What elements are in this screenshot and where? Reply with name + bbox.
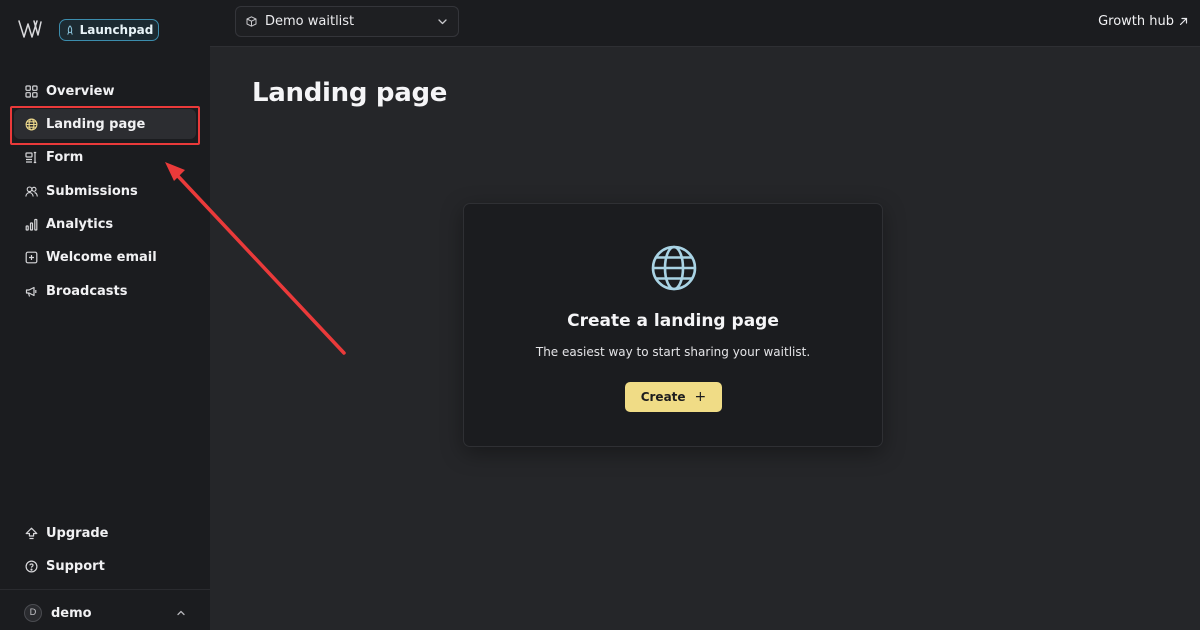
sidebar-item-overview[interactable]: Overview xyxy=(14,76,196,106)
waitlist-select[interactable]: Demo waitlist xyxy=(235,6,459,37)
sidebar-item-label: Submissions xyxy=(46,183,138,199)
sidebar-item-welcome-email[interactable]: Welcome email xyxy=(14,243,196,273)
sidebar-item-analytics[interactable]: Analytics xyxy=(14,210,196,240)
cube-icon xyxy=(246,16,257,27)
avatar: D xyxy=(24,604,42,622)
plus-square-icon xyxy=(25,252,38,264)
launchpad-badge-label: Launchpad xyxy=(79,23,154,37)
sidebar-item-label: Upgrade xyxy=(46,525,109,541)
globe-icon xyxy=(651,245,697,291)
topbar: Demo waitlist Growth hub xyxy=(210,0,1200,47)
sidebar-item-form[interactable]: Form xyxy=(14,143,196,173)
page-title: Landing page xyxy=(252,78,448,108)
sidebar-nav: Overview Landing page Form Submissions A… xyxy=(14,76,196,310)
growth-hub-label: Growth hub xyxy=(1098,13,1174,29)
create-button-label: Create xyxy=(640,390,686,404)
sidebar-item-broadcasts[interactable]: Broadcasts xyxy=(14,276,196,306)
help-circle-icon xyxy=(25,560,38,573)
sidebar: Launchpad Overview Landing page Form Sub… xyxy=(0,0,210,630)
launchpad-badge[interactable]: Launchpad xyxy=(59,19,159,41)
arrow-up-icon xyxy=(25,527,38,539)
chevron-up-icon xyxy=(177,610,185,616)
sidebar-bottom-nav: Upgrade Support xyxy=(14,518,196,585)
user-menu[interactable]: D demo xyxy=(24,603,186,623)
chevron-down-icon xyxy=(438,19,447,25)
external-arrow-icon xyxy=(1179,17,1188,25)
empty-state-title: Create a landing page xyxy=(567,311,779,331)
sidebar-item-landing-page[interactable]: Landing page xyxy=(14,109,196,140)
users-icon xyxy=(25,186,38,197)
megaphone-icon xyxy=(25,286,37,297)
form-icon xyxy=(25,152,37,164)
sidebar-item-label: Landing page xyxy=(46,116,146,132)
empty-state-subtitle: The easiest way to start sharing your wa… xyxy=(535,345,811,359)
rocket-icon xyxy=(66,24,73,35)
user-name: demo xyxy=(51,605,92,621)
sidebar-item-label: Support xyxy=(46,558,105,574)
empty-state-card: Create a landing page The easiest way to… xyxy=(463,203,883,447)
grid-icon xyxy=(25,84,38,98)
globe-icon xyxy=(25,118,38,131)
sidebar-item-label: Overview xyxy=(46,83,115,99)
create-button[interactable]: Create + xyxy=(625,382,722,412)
waitlist-select-value: Demo waitlist xyxy=(265,14,355,29)
app-window: Launchpad Overview Landing page Form Sub… xyxy=(0,0,1200,630)
sidebar-item-submissions[interactable]: Submissions xyxy=(14,176,196,206)
app-logo-icon[interactable] xyxy=(18,18,42,40)
sidebar-item-label: Welcome email xyxy=(46,250,157,266)
growth-hub-link[interactable]: Growth hub xyxy=(1098,12,1188,30)
plus-icon: + xyxy=(694,389,707,405)
sidebar-divider xyxy=(0,589,210,590)
sidebar-item-upgrade[interactable]: Upgrade xyxy=(14,518,196,548)
sidebar-item-label: Broadcasts xyxy=(46,283,128,299)
sidebar-item-label: Analytics xyxy=(46,217,114,233)
bar-chart-icon xyxy=(25,218,38,231)
sidebar-item-support[interactable]: Support xyxy=(14,551,196,581)
sidebar-item-label: Form xyxy=(46,150,84,166)
